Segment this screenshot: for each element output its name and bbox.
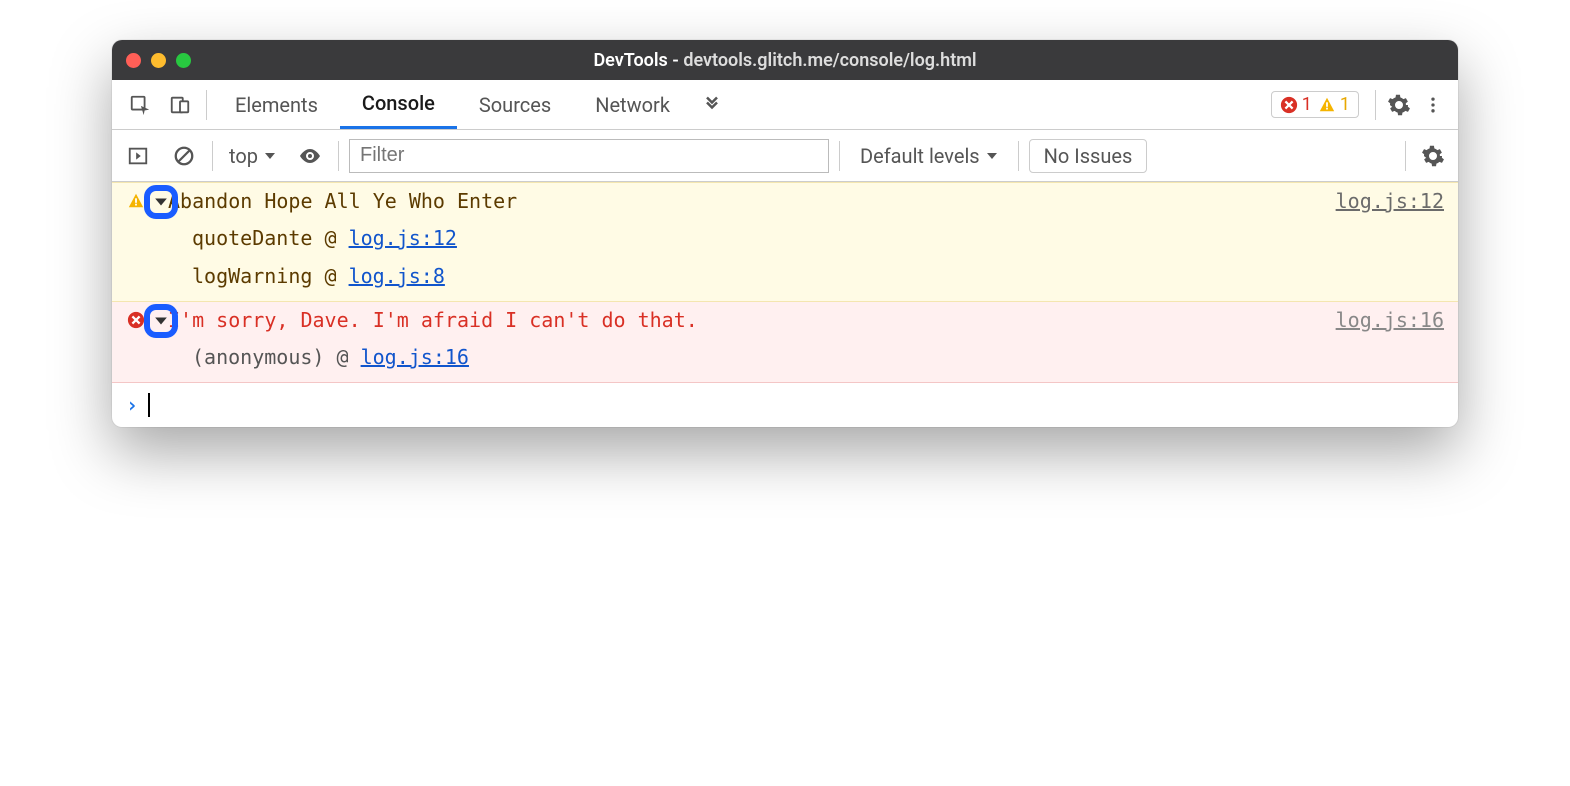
filter-input[interactable]	[349, 139, 829, 173]
stack-frame: (anonymous) @ log.js:16	[192, 338, 1444, 376]
stack-fn: logWarning	[192, 264, 312, 288]
tab-sources[interactable]: Sources	[457, 80, 573, 129]
log-source-link[interactable]: log.js:16	[1336, 308, 1444, 332]
stack-frame: quoteDante @ log.js:12	[192, 219, 1444, 257]
device-toolbar-icon[interactable]	[160, 86, 200, 124]
warning-count: 1	[1318, 94, 1350, 115]
log-levels-selector[interactable]: Default levels	[850, 144, 1008, 168]
log-entry-warning: Abandon Hope All Ye Who Enter log.js:12 …	[112, 182, 1458, 302]
console-settings-icon[interactable]	[1416, 139, 1450, 173]
stack-frame: logWarning @ log.js:8	[192, 257, 1444, 295]
separator	[212, 141, 213, 171]
live-expression-icon[interactable]	[292, 138, 328, 174]
stack-link[interactable]: log.js:12	[349, 226, 457, 250]
stack-trace: (anonymous) @ log.js:16	[168, 338, 1444, 376]
inspect-element-icon[interactable]	[120, 86, 160, 124]
stack-link[interactable]: log.js:16	[361, 345, 469, 369]
title-prefix: DevTools -	[593, 50, 683, 71]
chevron-down-icon	[264, 150, 276, 162]
tab-elements[interactable]: Elements	[213, 80, 340, 129]
settings-icon[interactable]	[1382, 88, 1416, 122]
error-count-value: 1	[1302, 94, 1312, 115]
separator	[338, 141, 339, 171]
levels-label: Default levels	[860, 144, 980, 168]
tab-bar: Elements Console Sources Network 1 1	[112, 80, 1458, 130]
stack-fn: quoteDante	[192, 226, 312, 250]
separator	[839, 141, 840, 171]
issues-button[interactable]: No Issues	[1029, 139, 1148, 173]
text-cursor	[148, 393, 150, 417]
stack-trace: quoteDante @ log.js:12 logWarning @ log.…	[168, 219, 1444, 295]
context-selector[interactable]: top	[223, 144, 282, 168]
separator	[1405, 141, 1406, 171]
context-label: top	[229, 144, 258, 168]
chevron-down-icon	[986, 150, 998, 162]
chevron-down-icon	[154, 195, 168, 209]
separator	[1375, 90, 1376, 120]
chevron-down-icon	[154, 314, 168, 328]
log-entry-error: I'm sorry, Dave. I'm afraid I can't do t…	[112, 302, 1458, 383]
error-icon	[126, 310, 146, 330]
toggle-sidebar-icon[interactable]	[120, 138, 156, 174]
log-message: Abandon Hope All Ye Who Enter	[168, 189, 1316, 213]
warning-icon	[126, 191, 146, 211]
window-title: DevTools - devtools.glitch.me/console/lo…	[112, 50, 1458, 71]
stack-fn: (anonymous)	[192, 345, 324, 369]
more-tabs-icon[interactable]	[692, 86, 732, 124]
log-source-link[interactable]: log.js:12	[1336, 189, 1444, 213]
error-icon	[1280, 96, 1298, 114]
error-warning-badge[interactable]: 1 1	[1271, 91, 1359, 118]
tab-network[interactable]: Network	[573, 80, 692, 129]
stack-link[interactable]: log.js:8	[349, 264, 445, 288]
expand-toggle[interactable]	[148, 189, 174, 215]
console-log-area: Abandon Hope All Ye Who Enter log.js:12 …	[112, 182, 1458, 427]
console-toolbar: top Default levels No Issues	[112, 130, 1458, 182]
warning-count-value: 1	[1340, 94, 1350, 115]
tab-console[interactable]: Console	[340, 80, 457, 129]
kebab-menu-icon[interactable]	[1416, 88, 1450, 122]
titlebar: DevTools - devtools.glitch.me/console/lo…	[112, 40, 1458, 80]
expand-toggle[interactable]	[148, 308, 174, 334]
console-prompt[interactable]: ›	[112, 383, 1458, 427]
separator	[206, 90, 207, 120]
warning-icon	[1318, 96, 1336, 114]
title-path: devtools.glitch.me/console/log.html	[683, 50, 976, 71]
log-message: I'm sorry, Dave. I'm afraid I can't do t…	[168, 308, 1316, 332]
error-count: 1	[1280, 94, 1312, 115]
devtools-window: DevTools - devtools.glitch.me/console/lo…	[112, 40, 1458, 427]
separator	[1018, 141, 1019, 171]
clear-console-icon[interactable]	[166, 138, 202, 174]
prompt-caret-icon: ›	[126, 393, 138, 417]
